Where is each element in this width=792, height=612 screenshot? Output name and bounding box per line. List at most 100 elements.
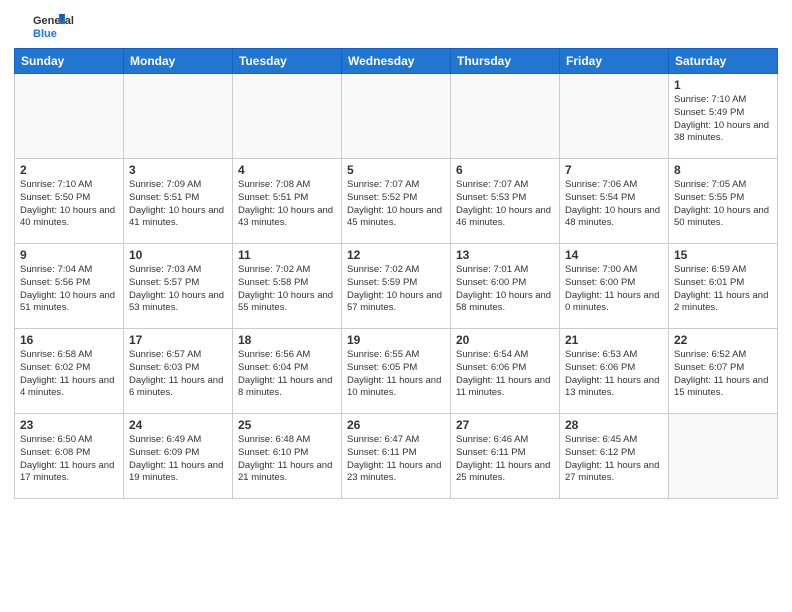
day-info: Sunrise: 6:55 AM Sunset: 6:05 PM Dayligh… bbox=[347, 349, 445, 400]
day-info: Sunrise: 7:10 AM Sunset: 5:49 PM Dayligh… bbox=[674, 94, 772, 145]
header: General Blue bbox=[14, 10, 778, 42]
day-number: 11 bbox=[238, 248, 336, 262]
day-info: Sunrise: 7:02 AM Sunset: 5:59 PM Dayligh… bbox=[347, 264, 445, 315]
weekday-header-row: SundayMondayTuesdayWednesdayThursdayFrid… bbox=[15, 49, 778, 74]
day-number: 22 bbox=[674, 333, 772, 347]
day-info: Sunrise: 7:06 AM Sunset: 5:54 PM Dayligh… bbox=[565, 179, 663, 230]
week-row-3: 9Sunrise: 7:04 AM Sunset: 5:56 PM Daylig… bbox=[15, 244, 778, 329]
day-info: Sunrise: 7:02 AM Sunset: 5:58 PM Dayligh… bbox=[238, 264, 336, 315]
day-cell: 17 Sunrise: 6:57 AM Sunset: 6:03 PM Dayli… bbox=[124, 329, 233, 414]
day-cell: 13 Sunrise: 7:01 AM Sunset: 6:00 PM Dayli… bbox=[451, 244, 560, 329]
day-cell: 5 Sunrise: 7:07 AM Sunset: 5:52 PM Daylig… bbox=[342, 159, 451, 244]
day-cell bbox=[15, 74, 124, 159]
day-number: 19 bbox=[347, 333, 445, 347]
weekday-wednesday: Wednesday bbox=[342, 49, 451, 74]
day-cell: 18Sunrise: 6:56 AM Sunset: 6:04 PM Dayli… bbox=[233, 329, 342, 414]
day-number: 27 bbox=[456, 418, 554, 432]
svg-text:General: General bbox=[33, 15, 74, 27]
day-number: 14 bbox=[565, 248, 663, 262]
day-cell: 15 Sunrise: 6:59 AM Sunset: 6:01 PM Dayli… bbox=[669, 244, 778, 329]
day-info: Sunrise: 7:08 AM Sunset: 5:51 PM Dayligh… bbox=[238, 179, 336, 230]
day-cell bbox=[233, 74, 342, 159]
day-info: Sunrise: 6:59 AM Sunset: 6:01 PM Dayligh… bbox=[674, 264, 772, 315]
day-number: 20 bbox=[456, 333, 554, 347]
day-info: Sunrise: 6:50 AM Sunset: 6:08 PM Dayligh… bbox=[20, 434, 118, 485]
day-number: 24 bbox=[129, 418, 227, 432]
weekday-friday: Friday bbox=[560, 49, 669, 74]
day-number: 28 bbox=[565, 418, 663, 432]
day-cell: 11 Sunrise: 7:02 AM Sunset: 5:58 PM Dayli… bbox=[233, 244, 342, 329]
day-number: 3 bbox=[129, 163, 227, 177]
day-cell bbox=[560, 74, 669, 159]
day-cell: 7 Sunrise: 7:06 AM Sunset: 5:54 PM Daylig… bbox=[560, 159, 669, 244]
day-info: Sunrise: 7:07 AM Sunset: 5:53 PM Dayligh… bbox=[456, 179, 554, 230]
day-number: 1 bbox=[674, 78, 772, 92]
day-info: Sunrise: 6:58 AM Sunset: 6:02 PM Dayligh… bbox=[20, 349, 118, 400]
week-row-4: 16 Sunrise: 6:58 AM Sunset: 6:02 PM Dayli… bbox=[15, 329, 778, 414]
day-cell: 19 Sunrise: 6:55 AM Sunset: 6:05 PM Dayli… bbox=[342, 329, 451, 414]
day-cell: 28 Sunrise: 6:45 AM Sunset: 6:12 PM Dayli… bbox=[560, 414, 669, 499]
day-info: Sunrise: 6:53 AM Sunset: 6:06 PM Dayligh… bbox=[565, 349, 663, 400]
day-info: Sunrise: 6:52 AM Sunset: 6:07 PM Dayligh… bbox=[674, 349, 772, 400]
day-number: 4 bbox=[238, 163, 336, 177]
day-cell bbox=[451, 74, 560, 159]
day-number: 18 bbox=[238, 333, 336, 347]
day-number: 7 bbox=[565, 163, 663, 177]
day-number: 25 bbox=[238, 418, 336, 432]
day-cell: 26Sunrise: 6:47 AM Sunset: 6:11 PM Dayli… bbox=[342, 414, 451, 499]
day-number: 10 bbox=[129, 248, 227, 262]
day-number: 21 bbox=[565, 333, 663, 347]
day-info: Sunrise: 7:01 AM Sunset: 6:00 PM Dayligh… bbox=[456, 264, 554, 315]
day-cell: 6Sunrise: 7:07 AM Sunset: 5:53 PM Daylig… bbox=[451, 159, 560, 244]
day-cell: 16 Sunrise: 6:58 AM Sunset: 6:02 PM Dayli… bbox=[15, 329, 124, 414]
day-number: 5 bbox=[347, 163, 445, 177]
calendar-table: SundayMondayTuesdayWednesdayThursdayFrid… bbox=[14, 48, 778, 499]
day-info: Sunrise: 7:09 AM Sunset: 5:51 PM Dayligh… bbox=[129, 179, 227, 230]
weekday-thursday: Thursday bbox=[451, 49, 560, 74]
day-number: 13 bbox=[456, 248, 554, 262]
day-info: Sunrise: 6:57 AM Sunset: 6:03 PM Dayligh… bbox=[129, 349, 227, 400]
day-cell bbox=[669, 414, 778, 499]
day-info: Sunrise: 6:48 AM Sunset: 6:10 PM Dayligh… bbox=[238, 434, 336, 485]
day-number: 15 bbox=[674, 248, 772, 262]
day-cell: 12 Sunrise: 7:02 AM Sunset: 5:59 PM Dayli… bbox=[342, 244, 451, 329]
weekday-tuesday: Tuesday bbox=[233, 49, 342, 74]
day-cell: 9Sunrise: 7:04 AM Sunset: 5:56 PM Daylig… bbox=[15, 244, 124, 329]
day-cell: 24 Sunrise: 6:49 AM Sunset: 6:09 PM Dayli… bbox=[124, 414, 233, 499]
day-cell: 4 Sunrise: 7:08 AM Sunset: 5:51 PM Daylig… bbox=[233, 159, 342, 244]
page: General Blue SundayMondayTuesdayWednesda… bbox=[0, 0, 792, 612]
day-number: 17 bbox=[129, 333, 227, 347]
day-cell: 8 Sunrise: 7:05 AM Sunset: 5:55 PM Daylig… bbox=[669, 159, 778, 244]
day-cell: 21 Sunrise: 6:53 AM Sunset: 6:06 PM Dayli… bbox=[560, 329, 669, 414]
weekday-saturday: Saturday bbox=[669, 49, 778, 74]
day-cell: 20 Sunrise: 6:54 AM Sunset: 6:06 PM Dayli… bbox=[451, 329, 560, 414]
week-row-5: 23 Sunrise: 6:50 AM Sunset: 6:08 PM Dayli… bbox=[15, 414, 778, 499]
day-number: 23 bbox=[20, 418, 118, 432]
day-number: 12 bbox=[347, 248, 445, 262]
day-info: Sunrise: 7:00 AM Sunset: 6:00 PM Dayligh… bbox=[565, 264, 663, 315]
day-cell bbox=[342, 74, 451, 159]
day-info: Sunrise: 6:47 AM Sunset: 6:11 PM Dayligh… bbox=[347, 434, 445, 485]
day-cell: 14 Sunrise: 7:00 AM Sunset: 6:00 PM Dayli… bbox=[560, 244, 669, 329]
week-row-2: 2Sunrise: 7:10 AM Sunset: 5:50 PM Daylig… bbox=[15, 159, 778, 244]
day-cell: 10 Sunrise: 7:03 AM Sunset: 5:57 PM Dayli… bbox=[124, 244, 233, 329]
day-cell: 23 Sunrise: 6:50 AM Sunset: 6:08 PM Dayli… bbox=[15, 414, 124, 499]
day-info: Sunrise: 6:54 AM Sunset: 6:06 PM Dayligh… bbox=[456, 349, 554, 400]
weekday-monday: Monday bbox=[124, 49, 233, 74]
day-info: Sunrise: 6:45 AM Sunset: 6:12 PM Dayligh… bbox=[565, 434, 663, 485]
day-cell: 25 Sunrise: 6:48 AM Sunset: 6:10 PM Dayli… bbox=[233, 414, 342, 499]
day-info: Sunrise: 7:07 AM Sunset: 5:52 PM Dayligh… bbox=[347, 179, 445, 230]
day-cell: 3 Sunrise: 7:09 AM Sunset: 5:51 PM Daylig… bbox=[124, 159, 233, 244]
logo: General Blue bbox=[14, 10, 84, 42]
day-info: Sunrise: 6:46 AM Sunset: 6:11 PM Dayligh… bbox=[456, 434, 554, 485]
day-cell: 1 Sunrise: 7:10 AM Sunset: 5:49 PM Daylig… bbox=[669, 74, 778, 159]
logo-icon: General Blue bbox=[14, 10, 84, 42]
day-info: Sunrise: 7:03 AM Sunset: 5:57 PM Dayligh… bbox=[129, 264, 227, 315]
day-number: 8 bbox=[674, 163, 772, 177]
day-info: Sunrise: 7:05 AM Sunset: 5:55 PM Dayligh… bbox=[674, 179, 772, 230]
svg-text:Blue: Blue bbox=[33, 28, 57, 40]
day-number: 9 bbox=[20, 248, 118, 262]
day-info: Sunrise: 6:49 AM Sunset: 6:09 PM Dayligh… bbox=[129, 434, 227, 485]
day-cell: 2Sunrise: 7:10 AM Sunset: 5:50 PM Daylig… bbox=[15, 159, 124, 244]
day-number: 16 bbox=[20, 333, 118, 347]
